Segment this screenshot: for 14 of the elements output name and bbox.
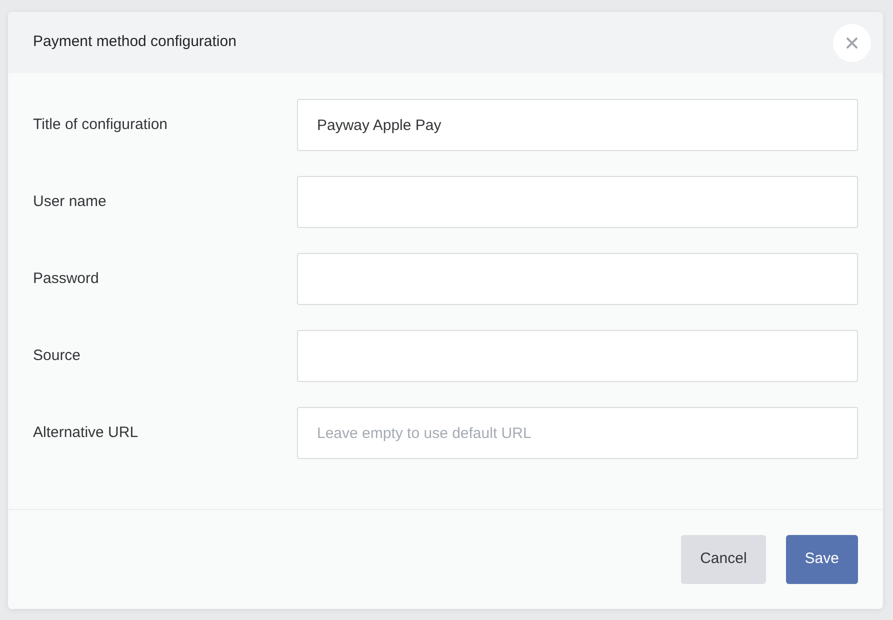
close-button[interactable] (833, 24, 871, 62)
dialog-title: Payment method configuration (33, 32, 236, 52)
text-field[interactable] (297, 330, 858, 382)
field-label: Alternative URL (33, 422, 140, 443)
text-field[interactable]: Payway Apple Pay (297, 99, 858, 151)
field-label: User name (33, 192, 108, 212)
text-field[interactable]: Leave empty to use default URL (297, 407, 858, 459)
field-label: Source (33, 346, 82, 366)
cancel-button[interactable]: Cancel (681, 535, 766, 584)
field-label: Password (33, 268, 100, 289)
text-field[interactable] (297, 176, 858, 228)
save-button[interactable]: Save (786, 535, 858, 584)
text-field[interactable] (297, 253, 858, 305)
field-label: Title of configuration (33, 114, 169, 135)
